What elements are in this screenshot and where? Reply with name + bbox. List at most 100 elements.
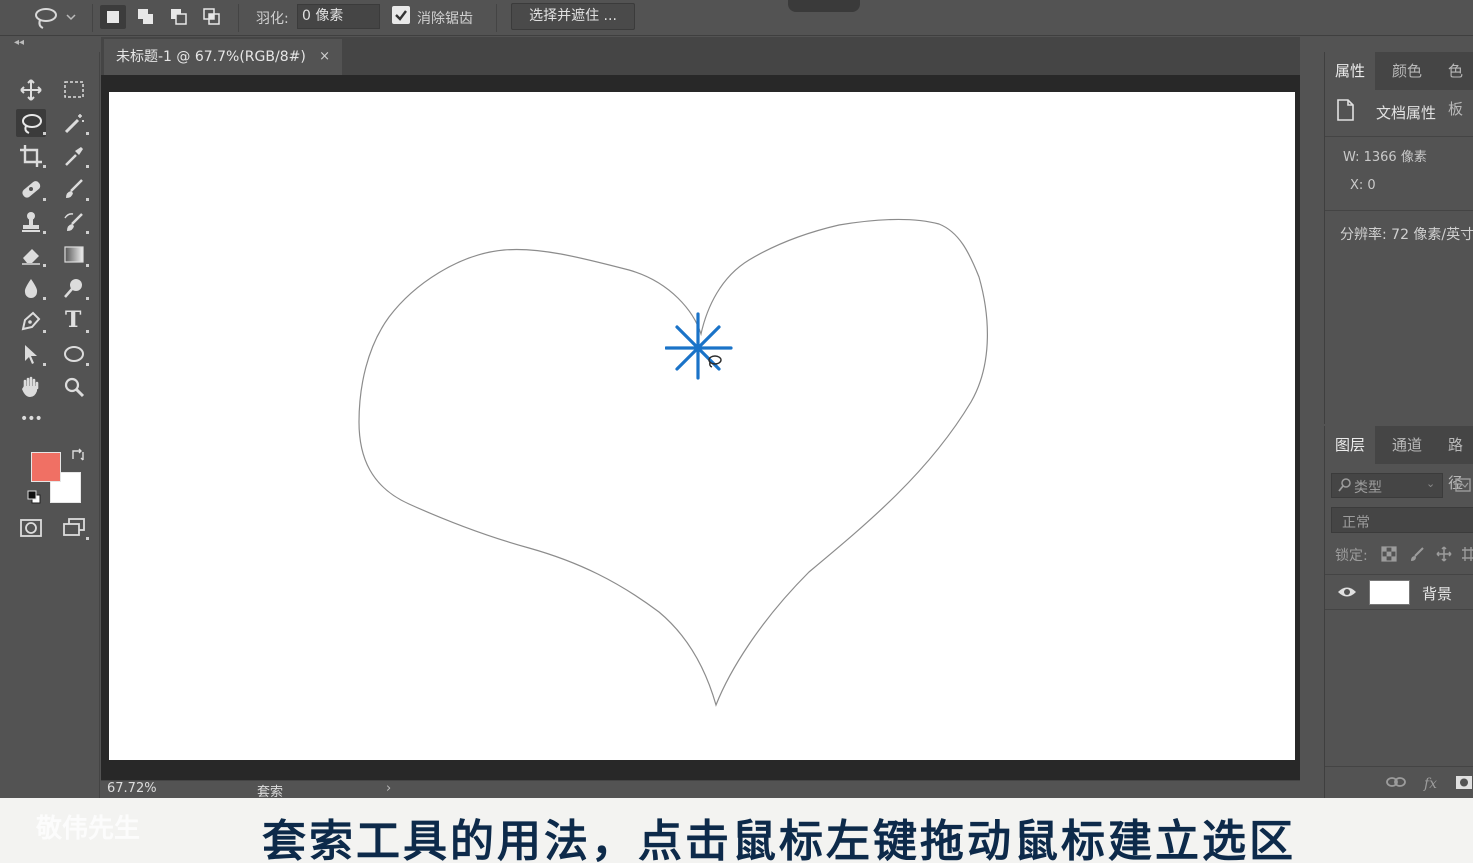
lasso-icon <box>35 8 76 29</box>
history-brush-tool[interactable] <box>59 208 89 236</box>
path-select-tool[interactable] <box>16 340 46 368</box>
layer-thumbnail <box>1369 580 1410 605</box>
anti-alias-checkbox[interactable] <box>392 6 410 24</box>
tab-color[interactable]: 颜色 <box>1382 52 1432 90</box>
hand-icon <box>22 376 39 397</box>
blend-mode-select[interactable]: 正常 <box>1331 507 1473 533</box>
layer-row[interactable]: 背景 <box>1325 574 1473 610</box>
tool-group-indicator <box>43 231 46 234</box>
feather-input[interactable]: 0 像素 <box>297 4 380 29</box>
lock-position-icon[interactable] <box>1436 546 1452 562</box>
tool-group-indicator <box>86 132 89 135</box>
pen-icon <box>21 311 41 331</box>
tab-channels[interactable]: 通道 <box>1382 426 1432 464</box>
gradient-tool[interactable] <box>59 241 89 269</box>
type-icon: T <box>65 307 82 333</box>
layer-filter-select[interactable]: 类型 ⌄ <box>1331 473 1443 498</box>
intersect-selection-button[interactable] <box>199 5 225 29</box>
quick-mask-button[interactable] <box>16 514 46 542</box>
eraser-icon <box>22 249 40 265</box>
brush-icon <box>66 179 83 198</box>
new-selection-button[interactable] <box>100 5 126 29</box>
edit-toolbar-button[interactable]: ••• <box>16 408 46 436</box>
properties-panel-tabs: 属性 颜色 色板 <box>1325 52 1473 118</box>
search-icon <box>1338 478 1351 492</box>
tab-layers[interactable]: 图层 <box>1325 426 1376 464</box>
lasso-tool[interactable] <box>16 109 46 137</box>
close-icon[interactable]: × <box>319 39 330 75</box>
layer-effects-icon[interactable]: fx <box>1423 775 1441 791</box>
eraser-tool[interactable] <box>16 241 46 269</box>
swap-colors-icon[interactable] <box>70 447 86 463</box>
ellipse-icon <box>64 346 84 362</box>
document-canvas[interactable] <box>109 92 1295 760</box>
link-layers-icon[interactable] <box>1385 775 1407 789</box>
add-selection-button[interactable] <box>133 5 159 29</box>
marquee-icon <box>64 81 84 98</box>
foreground-color-swatch[interactable] <box>31 452 61 482</box>
add-mask-icon[interactable] <box>1455 775 1473 791</box>
healing-brush-tool[interactable] <box>16 175 46 203</box>
panel-dock-gutter <box>1300 37 1324 797</box>
magic-wand-tool[interactable] <box>59 109 89 137</box>
ellipse-tool[interactable] <box>59 340 89 368</box>
screen-mode-button[interactable] <box>59 514 89 542</box>
blur-tool[interactable] <box>16 274 46 302</box>
tool-group-indicator <box>43 132 46 135</box>
eyedropper-tool[interactable] <box>59 142 89 170</box>
document-properties-label: 文档属性 <box>1376 104 1437 122</box>
lock-transparent-pixels-icon[interactable] <box>1381 546 1397 562</box>
clone-stamp-tool[interactable] <box>16 208 46 236</box>
tool-group-indicator <box>86 537 89 540</box>
tab-swatches[interactable]: 色板 <box>1438 52 1473 118</box>
tool-group-indicator <box>43 363 46 366</box>
chevron-down-icon: ⌄ <box>1426 477 1436 490</box>
crop-tool[interactable] <box>16 142 46 170</box>
tab-paths[interactable]: 路径 <box>1438 426 1473 492</box>
lasso-icon <box>22 114 42 134</box>
collapse-icon[interactable]: ◂◂ <box>14 37 24 48</box>
tool-preset-picker[interactable] <box>28 6 84 30</box>
zoom-tool[interactable] <box>59 373 89 401</box>
path-select-icon <box>25 345 37 364</box>
move-tool[interactable] <box>16 76 46 104</box>
hand-tool[interactable] <box>16 373 46 401</box>
subtract-selection-button[interactable] <box>166 5 192 29</box>
zoom-level[interactable]: 67.72% <box>107 781 157 796</box>
document-properties-header: 文档属性 <box>1335 96 1473 126</box>
lock-artboard-icon[interactable] <box>1462 546 1473 562</box>
toolbar-collapse-bar[interactable]: ◂◂ <box>0 37 100 51</box>
divider <box>1325 210 1473 211</box>
subtract-selection-icon <box>171 9 187 25</box>
width-value[interactable]: W: 1366 像素 <box>1343 146 1427 165</box>
tool-group-indicator <box>86 363 89 366</box>
tool-group-indicator <box>43 297 46 300</box>
layer-name[interactable]: 背景 <box>1422 583 1452 604</box>
marquee-tool[interactable] <box>59 76 89 104</box>
tool-group-indicator <box>86 198 89 201</box>
add-selection-icon <box>138 9 153 24</box>
type-tool[interactable]: T <box>59 307 89 335</box>
lock-image-pixels-icon[interactable] <box>1409 546 1425 562</box>
gradient-icon <box>64 246 84 263</box>
lock-row: 锁定: <box>1335 544 1473 566</box>
x-value[interactable]: X: 0 <box>1350 178 1376 193</box>
video-overlay-tab <box>788 0 860 12</box>
document-tab[interactable]: 未标题-1 @ 67.7%(RGB/8#) × <box>104 39 342 75</box>
dodge-tool[interactable] <box>59 274 89 302</box>
document-tab-bar: 未标题-1 @ 67.7%(RGB/8#) × <box>101 37 1324 75</box>
resolution-value: 分辨率: 72 像素/英寸 <box>1340 227 1473 243</box>
eye-icon[interactable] <box>1337 585 1357 599</box>
pen-tool[interactable] <box>16 307 46 335</box>
default-colors-icon[interactable] <box>26 489 42 505</box>
layers-panel-footer: fx <box>1325 766 1473 798</box>
status-bar: 67.72% 套索 › <box>101 780 1324 800</box>
select-and-mask-button[interactable]: 选择并遮住 ... <box>511 3 635 30</box>
brush-tool[interactable] <box>59 175 89 203</box>
subtitle-caption: 套索工具的用法，点击鼠标左键拖动鼠标建立选区 <box>262 816 1296 863</box>
healing-brush-icon <box>22 181 41 198</box>
status-menu-arrow[interactable]: › <box>386 781 391 796</box>
new-selection-icon <box>107 11 119 23</box>
tab-properties[interactable]: 属性 <box>1325 52 1376 90</box>
image-filter-icon[interactable] <box>1455 477 1471 493</box>
